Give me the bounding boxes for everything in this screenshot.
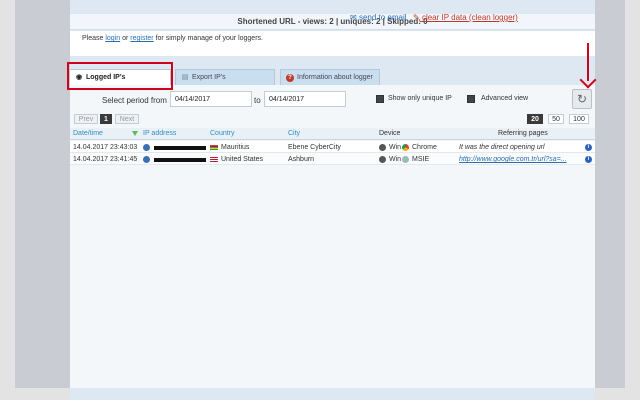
info-panel: Please login or register for simply mana…	[70, 31, 595, 56]
column-header-city[interactable]: City	[288, 130, 300, 137]
row-os: Win	[389, 156, 402, 163]
page-1-button[interactable]: 1	[100, 114, 112, 124]
send-to-email-link[interactable]: ✉ send to email	[350, 13, 407, 22]
column-header-country[interactable]: Country	[210, 130, 235, 137]
info-icon[interactable]: i	[585, 144, 592, 151]
row-referrer: It was the direct opening url	[459, 144, 545, 151]
info-icon[interactable]: i	[585, 156, 592, 163]
date-from-input[interactable]	[170, 91, 252, 107]
tab-highlight-box	[67, 62, 173, 90]
or-text: or	[122, 35, 129, 42]
row-browser: Chrome	[412, 144, 437, 151]
page-size-20[interactable]: 20	[527, 114, 543, 124]
eraser-icon: ✎	[413, 13, 420, 22]
row-browser: MSIE	[412, 156, 430, 163]
globe-icon[interactable]	[143, 156, 150, 163]
row-country: United States	[221, 156, 264, 163]
ip-redacted	[154, 158, 206, 162]
help-icon: ?	[286, 74, 294, 82]
page-size-100[interactable]: 100	[569, 114, 589, 124]
column-header-referrer: Referring pages	[498, 130, 548, 137]
left-gutter	[0, 0, 15, 400]
row-referrer-link[interactable]: http://www.google.com.tr/url?sa=...	[459, 156, 567, 163]
clear-ip-data-label: clear IP data (clean logger)	[421, 13, 518, 22]
please-text: Please	[82, 35, 104, 42]
tab-label: Export IP's	[192, 74, 226, 81]
windows-icon	[379, 144, 386, 151]
login-suffix-text: for simply manage of your loggers.	[155, 35, 263, 42]
advanced-view-label: Advanced view	[481, 95, 529, 102]
export-icon: ▤	[181, 74, 189, 81]
period-label: Select period from	[102, 96, 167, 105]
chrome-icon	[402, 144, 409, 151]
globe-icon[interactable]	[143, 144, 150, 151]
msie-icon	[402, 156, 409, 163]
unique-ip-label: Show only unique IP	[388, 95, 452, 102]
row-country: Mauritius	[221, 144, 250, 151]
ip-redacted	[154, 146, 206, 150]
prev-page-button[interactable]: Prev	[74, 114, 98, 124]
row-datetime: 14.04.2017 23:43:03	[73, 144, 138, 151]
send-to-email-label: send to email	[358, 13, 407, 22]
windows-icon	[379, 156, 386, 163]
tab-label: Information about logger	[297, 74, 373, 81]
row-datetime: 14.04.2017 23:41:45	[73, 156, 138, 163]
flag-icon	[210, 157, 218, 162]
right-gutter	[625, 0, 640, 400]
clear-ip-data-link[interactable]: ✎ clear IP data (clean logger)	[413, 13, 518, 22]
logger-page: Shortened URL - views: 2 | uniques: 2 | …	[70, 0, 595, 400]
refresh-button[interactable]: ↻	[572, 89, 592, 109]
refresh-icon: ↻	[576, 92, 588, 106]
envelope-icon: ✉	[350, 13, 357, 22]
tab-export-ips[interactable]: ▤ Export IP's	[175, 69, 275, 85]
unique-ip-checkbox[interactable]	[376, 95, 384, 103]
to-label: to	[254, 96, 261, 105]
row-city: Ashburn	[288, 156, 315, 163]
column-header-device: Device	[379, 130, 401, 137]
date-to-input[interactable]	[264, 91, 346, 107]
row-city: Ebene CyberCity	[288, 144, 341, 151]
next-page-button[interactable]: Next	[115, 114, 139, 124]
register-link[interactable]: register	[130, 35, 153, 42]
page-size-50[interactable]: 50	[548, 114, 564, 124]
tab-logger-info[interactable]: ? Information about logger	[280, 69, 380, 85]
login-prompt: Please login or register for simply mana…	[82, 35, 263, 42]
column-header-ip[interactable]: IP address	[143, 130, 176, 137]
flag-icon	[210, 145, 218, 150]
login-link[interactable]: login	[105, 35, 120, 42]
column-header-datetime[interactable]: Date/time	[73, 130, 103, 137]
sort-desc-icon	[132, 131, 138, 136]
row-os: Win	[389, 144, 402, 151]
advanced-view-checkbox[interactable]	[467, 95, 475, 103]
